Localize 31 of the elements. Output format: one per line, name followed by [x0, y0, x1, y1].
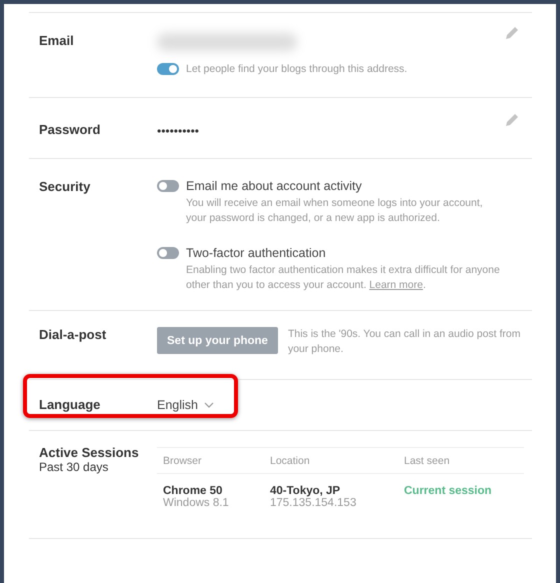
section-label: Email — [38, 33, 75, 50]
option-title: Email me about account activity — [186, 179, 362, 193]
password-value: •••••••••• — [157, 124, 200, 138]
section-label: Password — [38, 122, 102, 138]
learn-more-link[interactable]: Learn more — [369, 279, 423, 291]
section-label: Security — [38, 179, 92, 196]
ip-address: 175.135.154.153 — [270, 497, 358, 509]
edit-pencil-icon[interactable] — [504, 25, 520, 41]
last-seen-status: Current session — [404, 485, 493, 497]
option-description: Enabling two factor authentication makes it extra difficult for anyone other than you to access your account. Learn more. — [186, 263, 501, 293]
dial-note: This is the '90s. You can call in an audio post from your phone. — [288, 327, 522, 357]
section-label: Language — [38, 397, 102, 412]
chevron-down-icon — [204, 402, 214, 408]
toggle-label: Let people find your blogs through this address. — [186, 63, 408, 75]
section-label: Dial-a-post — [38, 327, 108, 344]
os-name: Windows 8.1 — [163, 497, 230, 509]
edit-pencil-icon[interactable] — [504, 112, 520, 128]
toggle-switch[interactable] — [157, 63, 179, 75]
toggle-switch[interactable] — [157, 247, 179, 259]
toggle-switch[interactable] — [157, 180, 179, 192]
option-title: Two-factor authentication — [186, 246, 326, 260]
column-header: Last seen — [404, 455, 451, 467]
location-name: 40-Tokyo, JP — [270, 485, 342, 497]
section-label: Active Sessions — [39, 445, 140, 460]
column-header: Location — [270, 455, 311, 467]
browser-name: Chrome 50 — [163, 485, 224, 497]
option-description: You will receive an email when someone logs into your account, your password is changed, or a new app is authorized. — [186, 196, 484, 226]
language-select[interactable]: English — [157, 397, 532, 412]
column-header: Browser — [163, 455, 203, 467]
section-sublabel: Past 30 days — [39, 460, 110, 474]
set-up-phone-button[interactable]: Set up your phone — [157, 327, 278, 354]
